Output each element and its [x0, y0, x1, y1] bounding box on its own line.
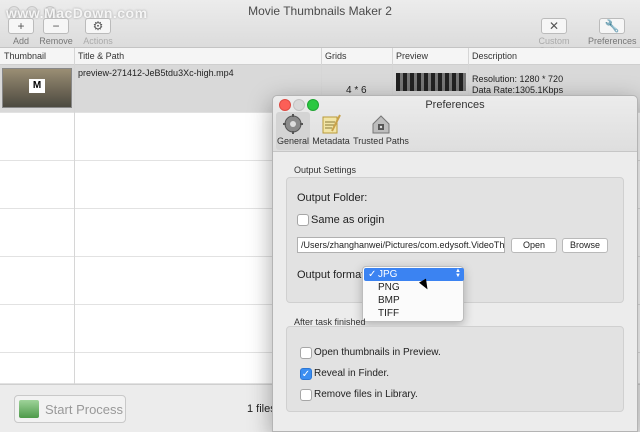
- format-option-tiff[interactable]: TIFF: [364, 307, 464, 320]
- remove-files-label: Remove files in Library.: [314, 389, 418, 400]
- tab-trusted-paths[interactable]: Trusted Paths: [353, 112, 409, 150]
- row-resolution: Resolution: 1280 * 720: [472, 74, 564, 84]
- gear-icon: ⚙: [85, 18, 111, 34]
- actions-label: Actions: [83, 36, 113, 46]
- same-as-origin-label: Same as origin: [311, 214, 385, 226]
- reveal-in-finder-checkbox[interactable]: ✓: [300, 368, 312, 380]
- table-header: Thumbnail Title & Path Grids Preview Des…: [0, 48, 640, 65]
- open-in-preview-checkbox[interactable]: [300, 347, 312, 359]
- preferences-label: Preferences: [588, 36, 637, 46]
- preferences-button[interactable]: 🔧 Preferences: [588, 18, 637, 46]
- column-description[interactable]: Description: [472, 51, 517, 61]
- format-option-label: JPG: [378, 269, 398, 280]
- column-thumbnail[interactable]: Thumbnail: [4, 51, 46, 61]
- window-title: Movie Thumbnails Maker 2: [248, 4, 392, 18]
- add-label: Add: [12, 36, 29, 46]
- output-settings-heading: Output Settings: [294, 165, 357, 175]
- wrench-icon: 🔧: [599, 18, 625, 34]
- browse-button[interactable]: Browse: [562, 238, 608, 253]
- output-folder-label: Output Folder:: [297, 192, 368, 204]
- preview-strip: [396, 73, 466, 91]
- format-option-jpg[interactable]: ✓ JPG ▲ ▼: [364, 268, 464, 281]
- tab-general-label: General: [276, 136, 310, 146]
- column-preview[interactable]: Preview: [396, 51, 428, 61]
- tab-metadata-label: Metadata: [312, 136, 350, 146]
- format-option-bmp[interactable]: BMP: [364, 294, 464, 307]
- reveal-in-finder-label: Reveal in Finder.: [314, 368, 390, 379]
- open-button[interactable]: Open: [511, 238, 557, 253]
- row-title: preview-271412-JeB5tdu3Xc-high.mp4: [78, 68, 234, 78]
- gear-icon: [283, 114, 303, 134]
- tab-metadata[interactable]: Metadata: [312, 112, 350, 150]
- column-divider: [74, 48, 75, 384]
- minus-icon: −: [43, 18, 69, 34]
- video-thumbnail: M: [2, 68, 72, 108]
- preferences-title: Preferences: [425, 99, 485, 111]
- lock-house-icon: [372, 115, 390, 134]
- format-option-png[interactable]: PNG: [364, 281, 464, 294]
- metadata-icon: [322, 114, 341, 134]
- checkmark-icon: ✓: [368, 269, 377, 280]
- add-button[interactable]: + Add: [6, 18, 36, 46]
- thumbnail-letter-m: M: [29, 79, 45, 93]
- main-titlebar: www.MacDown.com Movie Thumbnails Maker 2…: [0, 0, 640, 56]
- same-as-origin-checkbox[interactable]: [297, 214, 309, 226]
- plus-icon: +: [8, 18, 34, 34]
- tab-trusted-paths-label: Trusted Paths: [353, 136, 409, 146]
- remove-label: Remove: [39, 36, 73, 46]
- custom-collage-button[interactable]: ✕ Custom Collage: [522, 18, 586, 56]
- output-format-label: Output format:: [297, 269, 368, 281]
- column-grids[interactable]: Grids: [325, 51, 347, 61]
- start-process-button[interactable]: Start Process: [14, 395, 126, 423]
- preferences-window: Preferences General Metadata Trusted Pat…: [272, 95, 638, 432]
- preferences-titlebar: Preferences General Metadata Trusted Pat…: [273, 96, 637, 152]
- updown-arrow-icon: ▲ ▼: [455, 268, 461, 279]
- remove-files-checkbox[interactable]: [300, 389, 312, 401]
- tab-general[interactable]: General: [276, 112, 310, 150]
- open-in-preview-label: Open thumbnails in Preview.: [314, 347, 441, 358]
- output-format-dropdown[interactable]: ✓ JPG ▲ ▼ PNG BMP TIFF: [362, 266, 464, 322]
- actions-button[interactable]: ⚙ Actions: [80, 18, 116, 46]
- output-folder-path-field[interactable]: /Users/zhanghanwei/Pictures/com.edysoft.…: [297, 237, 505, 253]
- row-data-rate: Data Rate:1305.1Kbps: [472, 85, 564, 95]
- column-title-path[interactable]: Title & Path: [78, 51, 124, 61]
- start-process-icon: [19, 400, 39, 418]
- tools-icon: ✕: [541, 18, 567, 34]
- remove-button[interactable]: − Remove: [38, 18, 74, 46]
- start-process-label: Start Process: [45, 402, 124, 417]
